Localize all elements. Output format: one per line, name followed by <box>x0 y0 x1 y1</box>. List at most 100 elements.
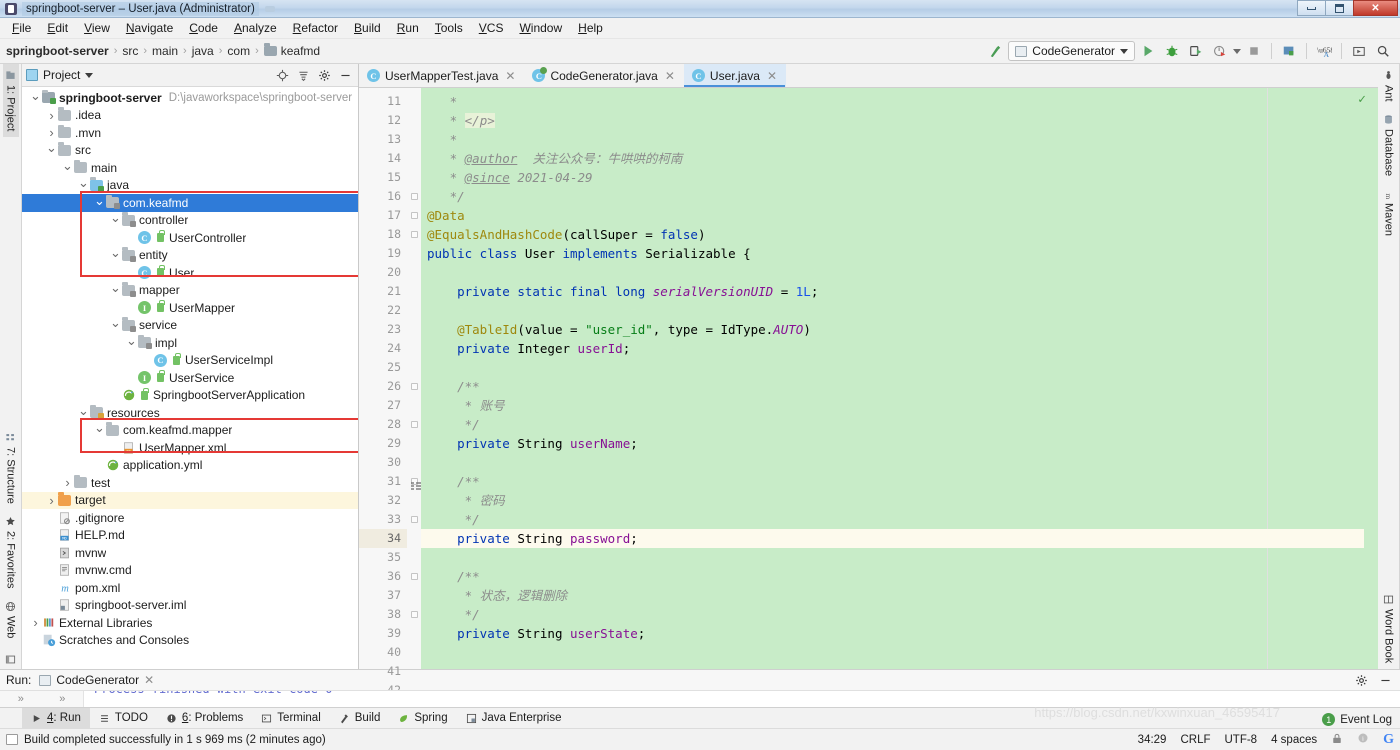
breadcrumb-item-src[interactable]: src <box>122 44 138 58</box>
fold-region-icon[interactable] <box>411 193 418 200</box>
code-line[interactable]: @TableId(value = "user_id", type = IdTyp… <box>421 320 1364 339</box>
run-configuration-selector[interactable]: CodeGenerator <box>1008 41 1135 61</box>
code-line[interactable]: */ <box>421 605 1364 624</box>
code-line[interactable] <box>421 263 1364 282</box>
code-line[interactable] <box>421 662 1364 669</box>
tree-node-application-yml[interactable]: application.yml <box>22 457 358 475</box>
tree-node-pom-xml[interactable]: mpom.xml <box>22 579 358 597</box>
fold-region-icon[interactable] <box>411 573 418 580</box>
tree-node-target[interactable]: ›target <box>22 492 358 510</box>
collapse-all-icon[interactable] <box>294 66 312 84</box>
tree-node-com-keafmd[interactable]: ⌄com.keafmd <box>22 194 358 212</box>
debug-icon[interactable] <box>1161 41 1183 61</box>
code-line[interactable]: /** <box>421 567 1364 586</box>
code-line[interactable]: private Integer userId; <box>421 339 1364 358</box>
inspection-ok-check-icon[interactable]: ✓ <box>1358 92 1366 107</box>
project-view-chevron-down-icon[interactable] <box>85 73 93 78</box>
run-icon[interactable] <box>1137 41 1159 61</box>
fold-region-icon[interactable] <box>411 516 418 523</box>
code-line[interactable] <box>421 643 1364 662</box>
chevron-right-icon[interactable]: › <box>62 475 73 490</box>
chevron-right-icon[interactable]: › <box>46 108 57 123</box>
code-line[interactable]: /** <box>421 377 1364 396</box>
code-line[interactable]: /** <box>421 472 1364 491</box>
locate-icon[interactable] <box>273 66 291 84</box>
breadcrumb-item-keafmd[interactable]: keafmd <box>264 44 320 58</box>
settings-gear-icon[interactable] <box>315 66 333 84</box>
tool-window-button-database[interactable]: Database <box>1381 108 1397 182</box>
code-line[interactable]: private String password; <box>421 529 1364 548</box>
tree-node-usermapper-xml[interactable]: <>UserMapper.xml <box>22 439 358 457</box>
menu-item-navigate[interactable]: Navigate <box>118 19 181 37</box>
tool-window-button-web[interactable]: Web <box>3 595 19 644</box>
hide-icon[interactable] <box>1376 671 1394 689</box>
code-line[interactable]: @Data <box>421 206 1364 225</box>
run-tab[interactable]: CodeGenerator ✕ <box>39 673 154 687</box>
code-line[interactable]: * @since 2021-04-29 <box>421 168 1364 187</box>
fold-region-icon[interactable] <box>411 383 418 390</box>
tree-node-userservice[interactable]: IUserService <box>22 369 358 387</box>
tree-node--gitignore[interactable]: .gitignore <box>22 509 358 527</box>
maximize-button[interactable] <box>1325 0 1354 16</box>
chevron-down-icon[interactable]: ⌄ <box>78 408 89 414</box>
tree-node-mvnw-cmd[interactable]: mvnw.cmd <box>22 562 358 580</box>
menu-item-help[interactable]: Help <box>570 19 611 37</box>
tree-node-com-keafmd-mapper[interactable]: ⌄com.keafmd.mapper <box>22 422 358 440</box>
chevron-down-icon[interactable]: ⌄ <box>126 338 137 344</box>
close-button[interactable]: ✕ <box>1353 0 1398 16</box>
code-line[interactable] <box>421 548 1364 567</box>
run-with-coverage-icon[interactable] <box>1185 41 1207 61</box>
expand-chevron-icon-2[interactable]: » <box>42 691 84 707</box>
tree-node-scratches-and-consoles[interactable]: Scratches and Consoles <box>22 632 358 650</box>
editor-tab-codegenerator-java[interactable]: CCodeGenerator.java✕ <box>524 64 683 87</box>
chevron-right-icon[interactable]: › <box>46 493 57 508</box>
chevron-down-icon[interactable]: ⌄ <box>62 163 73 169</box>
indent-setting[interactable]: 4 spaces <box>1271 734 1317 746</box>
chevron-down-icon[interactable]: ⌄ <box>46 145 57 151</box>
chevron-down-icon[interactable]: ⌄ <box>110 250 121 256</box>
bottom-tab-6-problems[interactable]: 6: Problems <box>157 708 252 729</box>
code-line[interactable]: */ <box>421 415 1364 434</box>
chevron-down-icon[interactable]: ⌄ <box>94 198 105 204</box>
tool-window-button-word-book[interactable]: Word Book <box>1381 588 1397 669</box>
code-line[interactable]: */ <box>421 187 1364 206</box>
menu-item-code[interactable]: Code <box>181 19 226 37</box>
search-everywhere-icon[interactable] <box>1372 41 1394 61</box>
breadcrumb-item-springboot-server[interactable]: springboot-server <box>6 44 109 58</box>
code-line[interactable]: * 密码 <box>421 491 1364 510</box>
fold-marker[interactable] <box>407 510 421 529</box>
chevron-down-icon[interactable]: ⌄ <box>94 425 105 431</box>
tool-window-button-2-favorites[interactable]: 2: Favorites <box>3 510 19 594</box>
tree-node-resources[interactable]: ⌄resources <box>22 404 358 422</box>
profiler-chevron-down-icon[interactable] <box>1233 49 1241 54</box>
chevron-down-icon[interactable]: ⌄ <box>110 320 121 326</box>
close-icon[interactable]: ✕ <box>767 69 777 83</box>
tree-node-springboot-server[interactable]: ⌄springboot-serverD:\javaworkspace\sprin… <box>22 89 358 107</box>
tree-node-help-md[interactable]: MDHELP.md <box>22 527 358 545</box>
chevron-right-icon[interactable]: › <box>30 615 41 630</box>
tree-node-test[interactable]: ›test <box>22 474 358 492</box>
screen-icon[interactable] <box>1348 41 1370 61</box>
code-content[interactable]: * * </p> * * @author 关注公众号：牛哄哄的柯南 * @sin… <box>421 88 1364 669</box>
tool-window-button-7-structure[interactable]: 7: Structure <box>3 426 19 510</box>
tree-node-mapper[interactable]: ⌄mapper <box>22 282 358 300</box>
project-structure-icon[interactable] <box>1278 41 1300 61</box>
tree-node--mvn[interactable]: ›.mvn <box>22 124 358 142</box>
tree-node-controller[interactable]: ⌄controller <box>22 212 358 230</box>
menu-item-edit[interactable]: Edit <box>39 19 76 37</box>
menu-item-analyze[interactable]: Analyze <box>226 19 285 37</box>
tree-node-external-libraries[interactable]: ›External Libraries <box>22 614 358 632</box>
close-icon[interactable]: ✕ <box>665 69 675 83</box>
editor-tab-usermappertest-java[interactable]: CUserMapperTest.java✕ <box>359 64 524 87</box>
tool-window-button-1-project[interactable]: 1: Project <box>3 64 19 137</box>
code-line[interactable]: public class User implements Serializabl… <box>421 244 1364 263</box>
hide-icon[interactable] <box>336 66 354 84</box>
fold-region-icon[interactable] <box>411 421 418 428</box>
tree-node--idea[interactable]: ›.idea <box>22 107 358 125</box>
tree-node-user[interactable]: CUser <box>22 264 358 282</box>
fold-gutter[interactable] <box>407 88 421 669</box>
code-line[interactable]: * </p> <box>421 111 1364 130</box>
code-line[interactable]: */ <box>421 510 1364 529</box>
tree-node-userserviceimpl[interactable]: CUserServiceImpl <box>22 352 358 370</box>
menu-item-window[interactable]: Window <box>511 19 570 37</box>
